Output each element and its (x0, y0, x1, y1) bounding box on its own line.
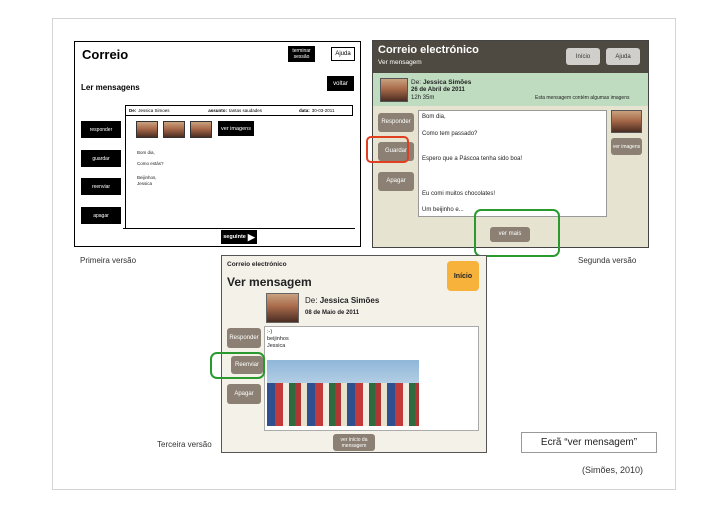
subject-label: assunto: (208, 108, 228, 113)
message-line: Como tem passado? (422, 131, 478, 137)
responder-button[interactable]: Responder (378, 113, 414, 132)
voltar-button[interactable]: voltar (327, 76, 354, 91)
apagar-button[interactable]: Apagar (227, 384, 261, 404)
attached-photo[interactable] (267, 360, 419, 426)
subject-value: tantas saudades (229, 108, 263, 113)
from-label: De: (411, 79, 422, 86)
apagar-button[interactable]: Apagar (378, 172, 414, 191)
seguinte-label: seguinte (223, 234, 246, 240)
date-label: data: (299, 108, 310, 113)
version-1-screen: Correio terminar sessão Ajuda Ler mensag… (74, 41, 361, 247)
from-value: Jessica Simões (422, 79, 472, 86)
image-thumbnail[interactable] (163, 121, 185, 138)
seguinte-button[interactable]: seguinte ▶ (221, 230, 257, 244)
app-title: Correio electrónico (378, 44, 479, 56)
message-line: Bom dia, (137, 150, 155, 155)
from-value: Jessica Simoes (138, 108, 170, 113)
terminar-sessao-button[interactable]: terminar sessão (288, 46, 315, 62)
message-header-row: De: Jessica Simoes assunto: tantas sauda… (125, 105, 353, 116)
page-heading: Ler mensagens (81, 83, 140, 92)
sender-avatar (380, 78, 408, 102)
content-bottom-divider (123, 228, 355, 229)
app-title: Correio (82, 47, 129, 62)
inicio-button[interactable]: Início (566, 48, 600, 65)
caption-segunda-versao: Segunda versão (578, 256, 637, 265)
caption-primeira-versao: Primeira versão (80, 256, 137, 265)
message-line: Espero que a Páscoa tenha sido boa! (422, 156, 523, 162)
images-notice: Esta mensagem contém algumas imagens (535, 95, 630, 101)
message-line: Jessica (267, 343, 286, 349)
date-value: 30-03-2011 (311, 108, 335, 113)
from-line: De: Jessica Simões (305, 296, 379, 305)
message-line: Eu comi muitos chocolates! (422, 191, 496, 197)
content-divider (125, 116, 126, 228)
message-line: beijinhos (267, 336, 289, 342)
apagar-button[interactable]: apagar (81, 207, 121, 224)
ajuda-button[interactable]: Ajuda (331, 47, 355, 61)
message-line: Bom dia, (422, 114, 446, 120)
caption-terceira-versao: Terceira versão (157, 440, 212, 449)
image-thumbnail[interactable] (611, 110, 642, 133)
sender-avatar (266, 293, 299, 323)
reenviar-highlight (210, 352, 265, 379)
slide-right-line (675, 18, 676, 490)
ver-imagens-button[interactable]: ver imagens (218, 121, 254, 136)
guardar-highlight (366, 136, 409, 163)
message-date: 26 de Abril de 2011 (411, 87, 465, 93)
ver-mais-highlight (474, 209, 560, 257)
app-name: Correio electrónico (227, 261, 287, 268)
slide-top-line (52, 18, 676, 19)
guardar-button[interactable]: guardar (81, 150, 121, 167)
reenviar-button[interactable]: reenviar (81, 178, 121, 195)
screen-title: Ver mensagem (227, 275, 312, 289)
screen-label-box: Ecrã “ver mensagem” (521, 432, 657, 453)
message-time: 12h 35m (411, 95, 435, 101)
message-line: Um beijinho e... (422, 207, 464, 213)
message-date: 08 de Maio de 2011 (305, 310, 360, 316)
image-thumbnail[interactable] (136, 121, 158, 138)
image-thumbnail[interactable] (190, 121, 212, 138)
ver-imagens-button[interactable]: ver imagens (611, 138, 642, 155)
source-citation: (Simões, 2010) (582, 465, 644, 475)
message-line: Jessica (137, 181, 153, 186)
from-label: De: (129, 108, 137, 113)
responder-button[interactable]: responder (81, 121, 121, 138)
from-value: Jessica Simões (319, 296, 380, 305)
arrow-right-icon: ▶ (247, 232, 255, 242)
inicio-button[interactable]: Início (447, 261, 479, 291)
from-line: De: Jessica Simões (411, 79, 471, 86)
message-line: Como estás? (137, 161, 164, 166)
slide-left-line (52, 18, 53, 490)
message-body (418, 110, 607, 217)
ver-inicio-button[interactable]: ver início da mensagem (333, 434, 375, 451)
slide-bottom-line (52, 489, 676, 490)
ajuda-button[interactable]: Ajuda (606, 48, 640, 65)
responder-button[interactable]: Responder (227, 328, 261, 348)
from-label: De: (305, 296, 318, 305)
screen-subtitle: Ver mensagem (378, 59, 422, 66)
message-line: :-) (267, 329, 273, 335)
